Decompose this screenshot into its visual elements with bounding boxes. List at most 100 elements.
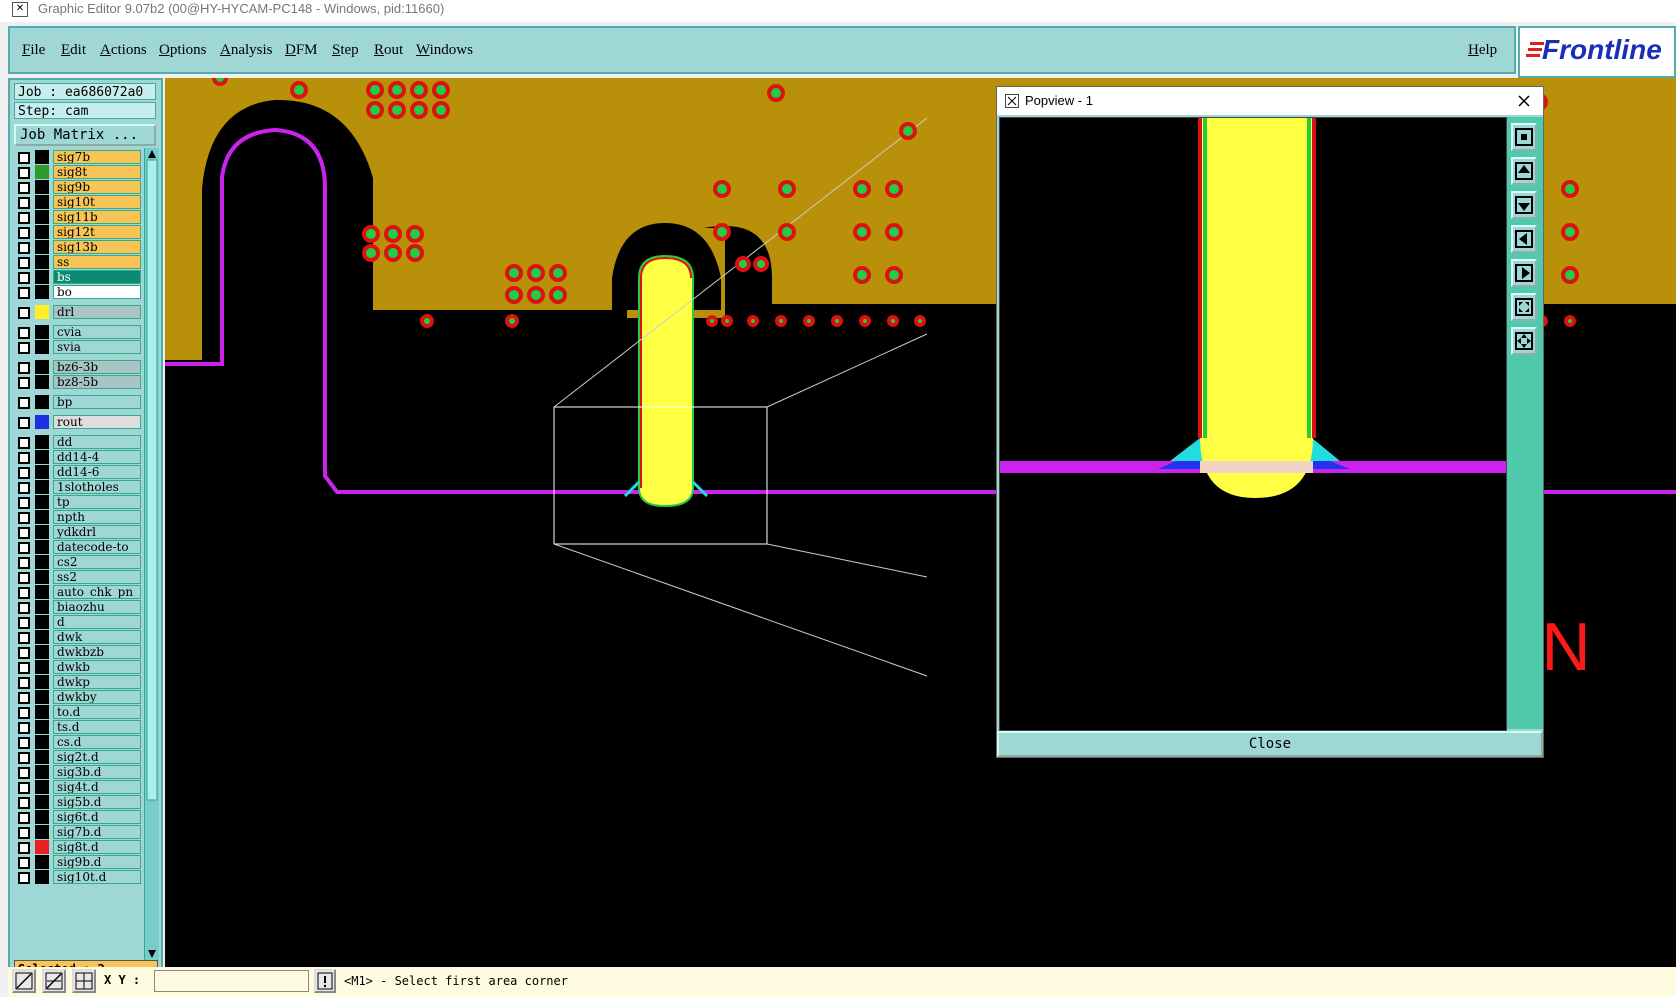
close-icon[interactable] (1517, 94, 1531, 108)
layer-row[interactable]: sig10t (14, 195, 142, 209)
layer-name[interactable]: sig6t.d (53, 810, 141, 824)
layer-row[interactable]: sig11b (14, 210, 142, 224)
layer-checkbox[interactable] (18, 737, 30, 749)
layer-row[interactable]: dwkb (14, 660, 142, 674)
layer-name[interactable]: sig7b (53, 150, 141, 164)
alert-icon[interactable] (314, 969, 336, 993)
layer-row[interactable]: 1slotholes (14, 480, 142, 494)
layer-name[interactable]: sig9b (53, 180, 141, 194)
layer-color-swatch[interactable] (35, 840, 49, 854)
layer-row[interactable]: sig12t (14, 225, 142, 239)
layer-color-swatch[interactable] (35, 720, 49, 734)
layer-name[interactable]: sig13b (53, 240, 141, 254)
layer-checkbox[interactable] (18, 752, 30, 764)
layer-checkbox[interactable] (18, 257, 30, 269)
layer-row[interactable]: ts.d (14, 720, 142, 734)
layer-name[interactable]: dd (53, 435, 141, 449)
layer-name[interactable]: bp (53, 395, 141, 409)
layer-checkbox[interactable] (18, 362, 30, 374)
layer-checkbox[interactable] (18, 632, 30, 644)
layer-checkbox[interactable] (18, 857, 30, 869)
layer-checkbox[interactable] (18, 307, 30, 319)
layer-checkbox[interactable] (18, 512, 30, 524)
layer-color-swatch[interactable] (35, 645, 49, 659)
layer-color-swatch[interactable] (35, 585, 49, 599)
layer-checkbox[interactable] (18, 707, 30, 719)
layer-color-swatch[interactable] (35, 225, 49, 239)
layer-checkbox[interactable] (18, 557, 30, 569)
layer-name[interactable]: npth (53, 510, 141, 524)
layer-color-swatch[interactable] (35, 810, 49, 824)
zoom-fit-icon[interactable] (1511, 123, 1537, 151)
layer-color-swatch[interactable] (35, 675, 49, 689)
layer-row[interactable]: dwk (14, 630, 142, 644)
layer-checkbox[interactable] (18, 782, 30, 794)
layer-checkbox[interactable] (18, 272, 30, 284)
layer-name[interactable]: biaozhu (53, 600, 141, 614)
layer-color-swatch[interactable] (35, 195, 49, 209)
layer-checkbox[interactable] (18, 692, 30, 704)
layer-name[interactable]: ydkdrl (53, 525, 141, 539)
layer-row[interactable]: sig8t.d (14, 840, 142, 854)
layer-row[interactable]: svia (14, 340, 142, 354)
layer-checkbox[interactable] (18, 417, 30, 429)
layer-name[interactable]: cs.d (53, 735, 141, 749)
layer-row[interactable]: sig4t.d (14, 780, 142, 794)
layer-color-swatch[interactable] (35, 240, 49, 254)
layer-color-swatch[interactable] (35, 450, 49, 464)
layer-row[interactable]: biaozhu (14, 600, 142, 614)
layer-name[interactable]: bo (53, 285, 141, 299)
layer-color-swatch[interactable] (35, 360, 49, 374)
layer-checkbox[interactable] (18, 182, 30, 194)
layer-name[interactable]: sig3b.d (53, 765, 141, 779)
layer-name[interactable]: sig7b.d (53, 825, 141, 839)
layer-checkbox[interactable] (18, 227, 30, 239)
layer-name[interactable]: bz8-5b (53, 375, 141, 389)
layer-color-swatch[interactable] (35, 540, 49, 554)
layer-row[interactable]: cs.d (14, 735, 142, 749)
layer-row[interactable]: d (14, 615, 142, 629)
layer-checkbox[interactable] (18, 482, 30, 494)
layer-name[interactable]: dwk (53, 630, 141, 644)
layer-checkbox[interactable] (18, 572, 30, 584)
layer-name[interactable]: auto_chk_pn (53, 585, 141, 599)
layer-color-swatch[interactable] (35, 705, 49, 719)
menu-file[interactable]: File (22, 42, 45, 59)
pan-left-icon[interactable] (1511, 225, 1537, 253)
layer-checkbox[interactable] (18, 587, 30, 599)
layer-checkbox[interactable] (18, 542, 30, 554)
layer-color-swatch[interactable] (35, 795, 49, 809)
layer-row[interactable]: dd14-4 (14, 450, 142, 464)
menu-edit[interactable]: Edit (61, 42, 86, 59)
layer-name[interactable]: rout (53, 415, 141, 429)
zoom-out-icon[interactable] (1511, 327, 1537, 355)
layer-name[interactable]: sig5b.d (53, 795, 141, 809)
layer-checkbox[interactable] (18, 797, 30, 809)
layer-row[interactable]: sig7b.d (14, 825, 142, 839)
layer-checkbox[interactable] (18, 327, 30, 339)
layer-row[interactable]: dwkp (14, 675, 142, 689)
layer-checkbox[interactable] (18, 677, 30, 689)
layer-row[interactable]: sig2t.d (14, 750, 142, 764)
layer-checkbox[interactable] (18, 527, 30, 539)
layer-color-swatch[interactable] (35, 180, 49, 194)
layer-checkbox[interactable] (18, 437, 30, 449)
layer-name[interactable]: dwkb (53, 660, 141, 674)
layer-name[interactable]: drl (53, 305, 141, 319)
layer-row[interactable]: ydkdrl (14, 525, 142, 539)
layer-color-swatch[interactable] (35, 600, 49, 614)
layer-name[interactable]: bs (53, 270, 141, 284)
layer-checkbox[interactable] (18, 167, 30, 179)
layer-color-swatch[interactable] (35, 150, 49, 164)
layer-row[interactable]: cvia (14, 325, 142, 339)
layer-color-swatch[interactable] (35, 735, 49, 749)
layer-color-swatch[interactable] (35, 325, 49, 339)
layer-name[interactable]: svia (53, 340, 141, 354)
layer-color-swatch[interactable] (35, 855, 49, 869)
layer-checkbox[interactable] (18, 342, 30, 354)
layer-checkbox[interactable] (18, 467, 30, 479)
layer-color-swatch[interactable] (35, 270, 49, 284)
layer-color-swatch[interactable] (35, 255, 49, 269)
layer-color-swatch[interactable] (35, 495, 49, 509)
menu-rout[interactable]: Rout (374, 42, 403, 59)
